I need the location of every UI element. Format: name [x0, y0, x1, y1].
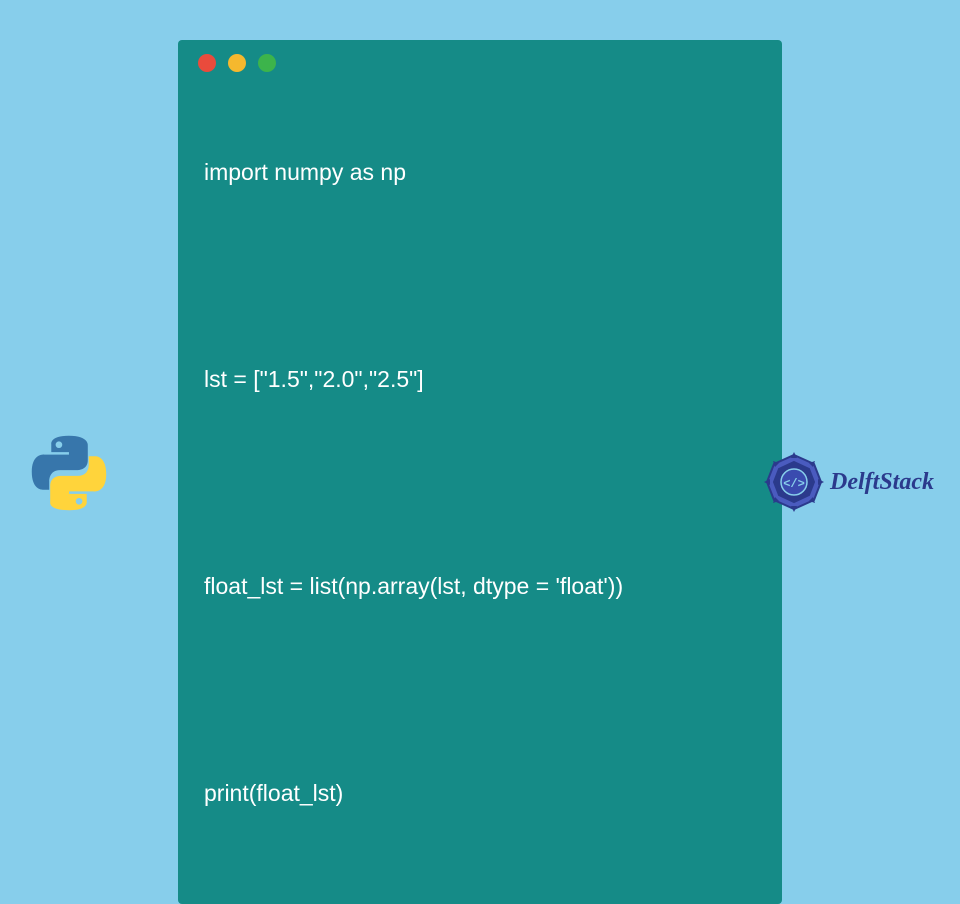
brand-name: DelftStack	[830, 469, 934, 496]
code-line	[204, 259, 756, 294]
minimize-icon	[228, 54, 246, 72]
window-titlebar	[178, 40, 782, 80]
code-line: float_lst = list(np.array(lst, dtype = '…	[204, 569, 756, 604]
code-window: import numpy as np lst = ["1.5","2.0","2…	[178, 40, 782, 904]
code-line	[204, 673, 756, 708]
close-icon	[198, 54, 216, 72]
brand-logo-icon: </>	[764, 452, 824, 512]
maximize-icon	[258, 54, 276, 72]
svg-text:</>: </>	[783, 477, 805, 491]
python-logo-icon	[30, 434, 108, 512]
code-line	[204, 466, 756, 501]
code-line: import numpy as np	[204, 155, 756, 190]
code-line: print(float_lst)	[204, 776, 756, 811]
code-line: lst = ["1.5","2.0","2.5"]	[204, 362, 756, 397]
brand-badge: </> DelftStack	[764, 452, 934, 512]
code-content: import numpy as np lst = ["1.5","2.0","2…	[178, 80, 782, 904]
